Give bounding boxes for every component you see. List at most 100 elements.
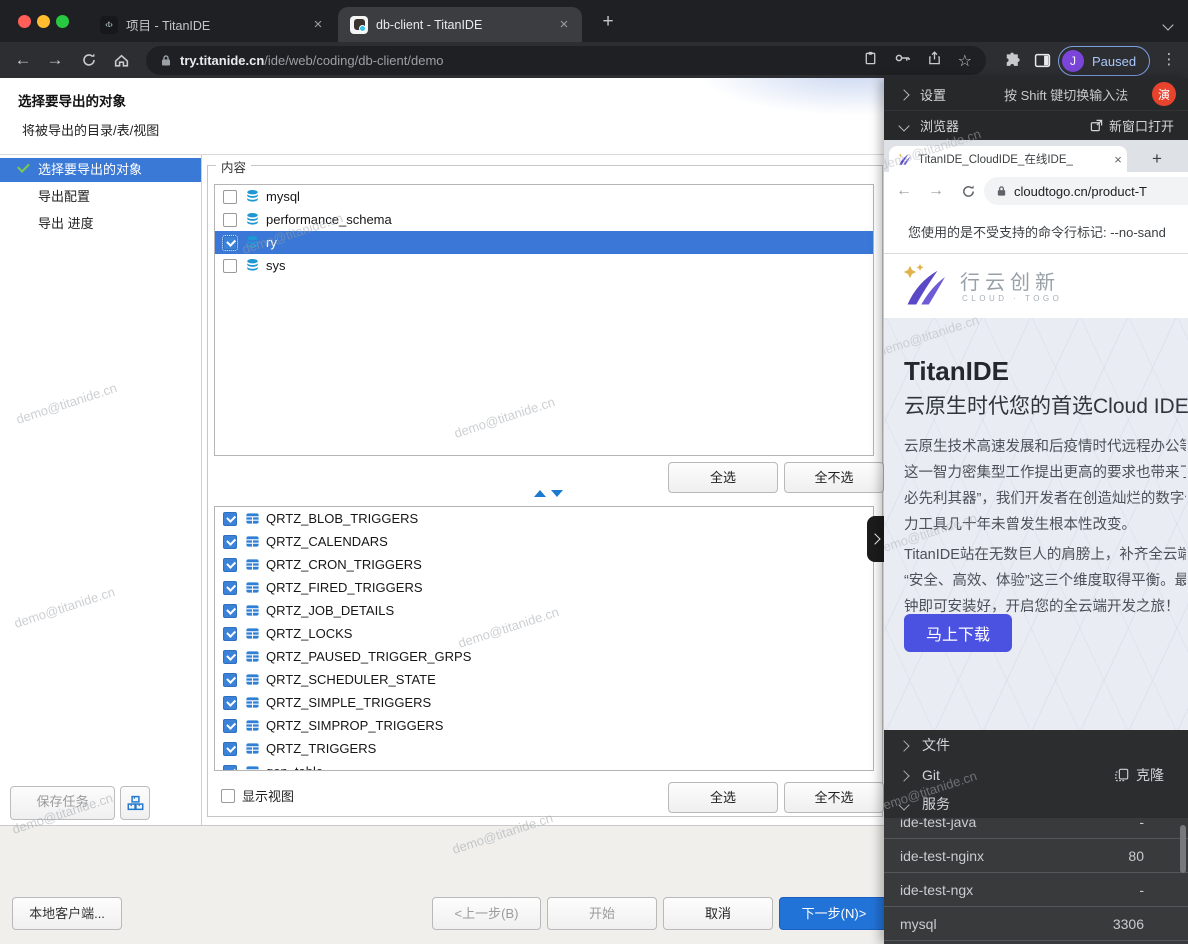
previous-step-button[interactable]: <上一步(B) <box>432 897 541 930</box>
demo-badge[interactable]: 演 <box>1152 82 1176 106</box>
table-row[interactable]: QRTZ_BLOB_TRIGGERS <box>215 507 873 530</box>
table-checkbox[interactable] <box>223 673 237 687</box>
bookmark-star-icon[interactable]: ☆ <box>958 51 972 71</box>
services-section[interactable]: 服务 <box>884 790 1188 818</box>
reload-icon[interactable] <box>956 179 980 203</box>
service-row[interactable]: ide-test-ngx - <box>884 873 1188 907</box>
tab-search-chevron-icon[interactable] <box>1164 16 1172 34</box>
splitter-arrows[interactable] <box>534 490 563 497</box>
database-checkbox[interactable] <box>223 259 237 273</box>
forward-icon[interactable]: → <box>42 47 68 73</box>
database-row[interactable]: sys <box>215 254 873 277</box>
lock-icon[interactable] <box>996 185 1007 197</box>
close-window-button[interactable] <box>18 15 31 28</box>
arrow-down-icon[interactable] <box>551 490 563 497</box>
inner-address-bar[interactable]: cloudtogo.cn/product-T <box>984 177 1188 205</box>
git-section[interactable]: Git 克隆 <box>884 760 1188 790</box>
database-row[interactable]: performance_schema <box>215 208 873 231</box>
database-checkbox[interactable] <box>223 236 237 250</box>
start-button[interactable]: 开始 <box>547 897 657 930</box>
cancel-button[interactable]: 取消 <box>663 897 773 930</box>
git-clone-button[interactable]: 克隆 <box>1115 765 1164 785</box>
table-checkbox[interactable] <box>223 719 237 733</box>
database-row[interactable]: mysql <box>215 185 873 208</box>
maximize-window-button[interactable] <box>56 15 69 28</box>
forward-icon[interactable]: → <box>924 179 948 203</box>
files-section[interactable]: 文件 <box>884 730 1188 760</box>
wizard-step[interactable]: 导出 进度 <box>0 212 201 236</box>
service-row[interactable]: mysql 3306 <box>884 907 1188 941</box>
table-checkbox[interactable] <box>223 535 237 549</box>
wizard-header: 选择要导出的对象 将被导出的目录/表/视图 <box>0 78 884 155</box>
close-tab-icon[interactable]: × <box>554 16 574 33</box>
wizard-step[interactable]: 选择要导出的对象 <box>0 158 201 182</box>
close-tab-icon[interactable]: × <box>308 16 328 33</box>
database-checkbox[interactable] <box>223 213 237 227</box>
lock-icon[interactable] <box>160 54 172 67</box>
open-new-window-button[interactable]: 新窗口打开 <box>1090 116 1174 135</box>
boxes-icon-button[interactable] <box>120 786 150 820</box>
table-checkbox[interactable] <box>223 650 237 664</box>
select-none-button[interactable]: 全不选 <box>784 782 884 813</box>
profile-button[interactable]: J Paused <box>1058 46 1150 76</box>
show-views-label: 显示视图 <box>242 786 294 805</box>
table-row[interactable]: QRTZ_LOCKS <box>215 622 873 645</box>
back-icon[interactable]: ← <box>10 47 36 73</box>
table-checkbox[interactable] <box>223 604 237 618</box>
table-checkbox[interactable] <box>223 696 237 710</box>
table-row[interactable]: QRTZ_CRON_TRIGGERS <box>215 553 873 576</box>
select-all-button[interactable]: 全选 <box>668 462 778 493</box>
table-row[interactable]: QRTZ_CALENDARS <box>215 530 873 553</box>
inner-new-tab-button[interactable]: + <box>1146 148 1168 170</box>
table-row[interactable]: QRTZ_PAUSED_TRIGGER_GRPS <box>215 645 873 668</box>
local-client-button[interactable]: 本地客户端... <box>12 897 122 930</box>
db-client-app: 选择要导出的对象 将被导出的目录/表/视图 选择要导出的对象 导出配置 <box>0 78 884 944</box>
table-checkbox[interactable] <box>223 742 237 756</box>
new-tab-button[interactable]: + <box>596 10 620 34</box>
home-icon[interactable] <box>108 47 134 73</box>
table-row[interactable]: QRTZ_SIMPROP_TRIGGERS <box>215 714 873 737</box>
arrow-up-icon[interactable] <box>534 490 546 497</box>
reload-icon[interactable] <box>76 47 102 73</box>
table-row[interactable]: gen_table <box>215 760 873 771</box>
settings-row[interactable]: 设置 按 Shift 键切换输入法 演 <box>884 78 1188 110</box>
browser-section-row[interactable]: 浏览器 新窗口打开 <box>884 110 1188 140</box>
select-none-button[interactable]: 全不选 <box>784 462 884 493</box>
service-port: 80 <box>1128 848 1144 864</box>
next-step-button[interactable]: 下一步(N)> <box>779 897 889 930</box>
back-icon[interactable]: ← <box>892 179 916 203</box>
extensions-puzzle-icon[interactable] <box>1000 48 1024 72</box>
address-bar[interactable]: try.titanide.cn/ide/web/coding/db-client… <box>146 46 986 75</box>
side-panel-icon[interactable] <box>1030 48 1054 72</box>
password-key-icon[interactable] <box>894 50 911 71</box>
close-tab-icon[interactable]: × <box>1109 152 1127 167</box>
table-row[interactable]: QRTZ_SIMPLE_TRIGGERS <box>215 691 873 714</box>
share-icon[interactable] <box>927 50 942 71</box>
clipboard-icon[interactable] <box>863 50 878 71</box>
wizard-step[interactable]: 导出配置 <box>0 185 201 209</box>
table-checkbox[interactable] <box>223 558 237 572</box>
table-row[interactable]: QRTZ_SCHEDULER_STATE <box>215 668 873 691</box>
download-button[interactable]: 马上下载 <box>904 614 1012 652</box>
table-icon <box>245 580 260 595</box>
inner-tab[interactable]: TitanIDE_CloudIDE_在线IDE_ × <box>889 146 1127 172</box>
expand-panel-handle[interactable] <box>867 516 885 562</box>
database-row[interactable]: ry <box>215 231 873 254</box>
show-views-checkbox[interactable] <box>221 789 235 803</box>
save-task-button[interactable]: 保存任务 <box>10 786 115 820</box>
browser-menu-icon[interactable]: ⋮ <box>1158 47 1180 73</box>
table-checkbox[interactable] <box>223 512 237 526</box>
tab-project[interactable]: ‹t› 项目 - TitanIDE × <box>88 7 336 42</box>
minimize-window-button[interactable] <box>37 15 50 28</box>
tab-db-client[interactable]: db-client - TitanIDE × <box>338 7 582 42</box>
database-checkbox[interactable] <box>223 190 237 204</box>
scrollbar-thumb[interactable] <box>1180 825 1186 873</box>
table-row[interactable]: QRTZ_FIRED_TRIGGERS <box>215 576 873 599</box>
table-checkbox[interactable] <box>223 765 237 772</box>
select-all-button[interactable]: 全选 <box>668 782 778 813</box>
table-row[interactable]: QRTZ_JOB_DETAILS <box>215 599 873 622</box>
table-checkbox[interactable] <box>223 581 237 595</box>
table-row[interactable]: QRTZ_TRIGGERS <box>215 737 873 760</box>
service-row[interactable]: ide-test-nginx 80 <box>884 839 1188 873</box>
table-checkbox[interactable] <box>223 627 237 641</box>
